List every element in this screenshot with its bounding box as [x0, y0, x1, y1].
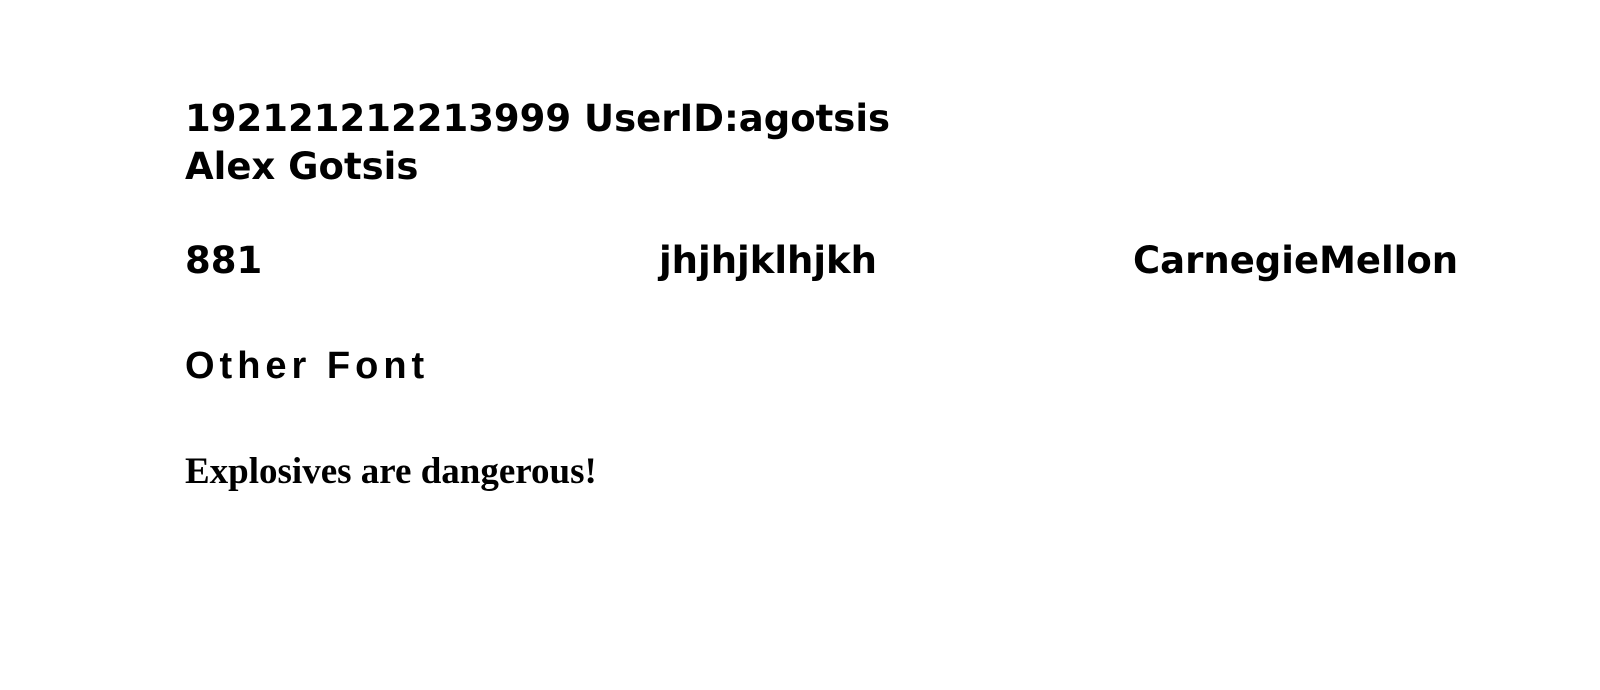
info-number: 881 [185, 239, 263, 282]
warning-text: Explosives are dangerous! [185, 451, 597, 492]
user-name: Alex Gotsis [185, 145, 419, 188]
id-line: 192121212213999 UserID:agotsis [185, 97, 891, 140]
info-organization: CarnegieMellon [1133, 239, 1459, 282]
other-font-text: Other Font [185, 345, 430, 387]
info-text: jhjhjklhjkh [659, 239, 877, 282]
info-row: 881 jhjhjklhjkh CarnegieMellon [0, 237, 1600, 285]
header-block: 192121212213999 UserID:agotsis Alex Gots… [185, 95, 890, 191]
